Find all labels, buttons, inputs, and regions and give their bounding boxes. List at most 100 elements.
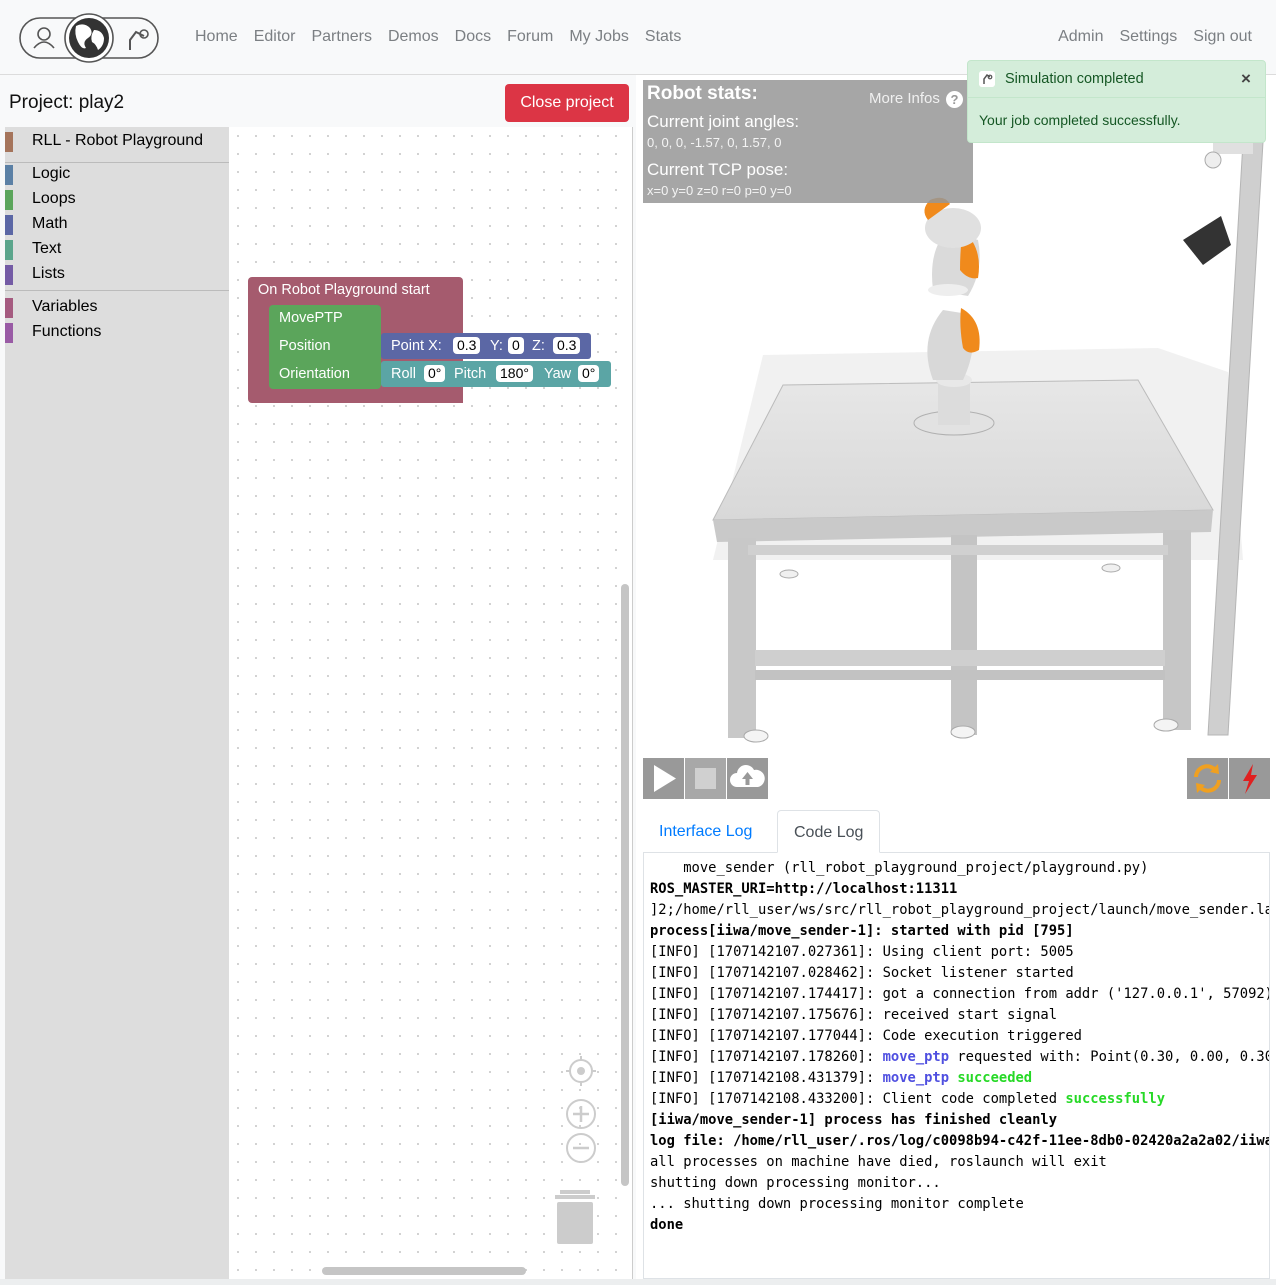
more-infos-link[interactable]: More Infos <box>869 90 940 107</box>
tab-code-log[interactable]: Code Log <box>777 810 881 853</box>
log-tabs: Interface Log Code Log <box>643 810 1270 853</box>
rpy-block[interactable]: Roll 0° Pitch 180° Yaw 0° <box>381 361 611 387</box>
toast-body: Your job completed successfully. <box>979 112 1181 128</box>
log-line: ROS_MASTER_URI=http://localhost:11311 <box>650 881 958 897</box>
upload-button[interactable] <box>727 758 768 799</box>
orientation-label: Orientation <box>279 366 350 382</box>
code-log-output[interactable]: move_sender (rll_robot_playground_projec… <box>643 853 1270 1279</box>
log-line: [iiwa/move_sender-1] process has finishe… <box>650 1112 1058 1128</box>
log-status-successfully: successfully <box>1065 1091 1166 1107</box>
zoom-in-icon[interactable] <box>565 1098 597 1130</box>
log-function-name: move_ptp <box>882 1070 950 1086</box>
toolbox-category-rll[interactable]: RLL - Robot Playground <box>5 130 229 154</box>
trash-icon[interactable] <box>554 1190 596 1246</box>
log-line: ... shutting down processing monitor com… <box>650 1196 1024 1212</box>
tcp-pose-values: x=0 y=0 z=0 r=0 p=0 y=0 <box>647 183 792 198</box>
log-line: [INFO] [1707142107.028462]: Socket liste… <box>650 965 1074 981</box>
nav-editor[interactable]: Editor <box>246 26 304 48</box>
nav-home[interactable]: Home <box>187 26 246 48</box>
log-line: [INFO] [1707142108.431379]: move_ptp suc… <box>650 1068 1269 1089</box>
toast-header: Simulation completed × <box>968 61 1265 98</box>
toast-close-button[interactable]: × <box>1241 69 1251 89</box>
stop-icon <box>695 768 716 789</box>
nav-sign-out[interactable]: Sign out <box>1185 26 1260 48</box>
moveptp-block[interactable]: MovePTP Position Orientation <box>269 305 381 389</box>
nav-admin[interactable]: Admin <box>1050 26 1111 48</box>
nav-forum[interactable]: Forum <box>499 26 561 48</box>
log-function-name: move_ptp <box>882 1049 950 1065</box>
reload-icon <box>1194 764 1221 793</box>
log-line: [INFO] [1707142107.177044]: Code executi… <box>650 1028 1082 1044</box>
log-line: move_sender (rll_robot_playground_projec… <box>650 860 1149 876</box>
category-label: Logic <box>32 165 71 182</box>
nav-partners[interactable]: Partners <box>303 26 379 48</box>
category-swatch <box>5 165 13 185</box>
nav-my-jobs[interactable]: My Jobs <box>561 26 637 48</box>
hat-block-bottom <box>269 391 463 403</box>
play-button[interactable] <box>643 758 684 799</box>
log-line: shutting down processing monitor... <box>650 1175 941 1191</box>
log-line: process[iiwa/move_sender-1]: started wit… <box>650 923 1074 939</box>
simulation-toast: Simulation completed × Your job complete… <box>967 60 1266 143</box>
category-label: Lists <box>32 265 65 282</box>
log-line: [INFO] [1707142107.174417]: got a connec… <box>650 986 1270 1002</box>
yaw-field[interactable]: 0° <box>578 365 600 382</box>
log-text: requested with: Point(0.30, 0.00, 0.30) <box>949 1049 1270 1065</box>
stats-title: Robot stats: <box>647 83 758 104</box>
toolbox-category-loops[interactable]: Loops <box>5 188 229 212</box>
category-swatch <box>5 215 13 235</box>
category-label: Loops <box>32 190 76 207</box>
main-nav: Home Editor Partners Demos Docs Forum My… <box>187 26 689 48</box>
log-line: done <box>650 1217 684 1233</box>
close-project-button[interactable]: Close project <box>505 84 629 122</box>
moveptp-label: MovePTP <box>279 310 343 326</box>
point-block[interactable]: Point X: 0.3 Y: 0 Z: 0.3 <box>381 333 591 359</box>
position-label: Position <box>279 338 331 354</box>
log-line: [INFO] [1707142107.027361]: Using client… <box>650 944 1074 960</box>
joint-angles-values: 0, 0, 0, -1.57, 0, 1.57, 0 <box>647 135 782 150</box>
nav-stats[interactable]: Stats <box>637 26 689 48</box>
start-block-label: On Robot Playground start <box>258 282 430 298</box>
target-icon[interactable] <box>565 1055 597 1087</box>
category-label: Math <box>32 215 68 232</box>
nav-settings[interactable]: Settings <box>1111 26 1185 48</box>
point-z-field[interactable]: 0.3 <box>553 337 581 354</box>
category-swatch <box>5 240 13 260</box>
workspace-vertical-scrollbar[interactable] <box>621 584 629 1186</box>
pitch-field[interactable]: 180° <box>496 365 533 382</box>
point-x-field[interactable]: 0.3 <box>453 337 481 354</box>
toolbox-category-variables[interactable]: Variables <box>5 296 229 320</box>
zoom-out-icon[interactable] <box>565 1132 597 1164</box>
roll-field[interactable]: 0° <box>424 365 446 382</box>
toolbox-category-functions[interactable]: Functions <box>5 321 229 345</box>
nav-demos[interactable]: Demos <box>380 26 447 48</box>
toolbox-category-lists[interactable]: Lists <box>5 263 229 287</box>
log-line: ]2;/home/rll_user/ws/src/rll_robot_playg… <box>650 902 1270 918</box>
user-nav: Admin Settings Sign out <box>1050 26 1260 48</box>
log-prefix: [INFO] [1707142108.431379]: <box>650 1070 883 1086</box>
toolbox-category-logic[interactable]: Logic <box>5 163 229 187</box>
workspace-horizontal-scrollbar[interactable] <box>322 1267 526 1275</box>
category-label: Functions <box>32 323 102 340</box>
tab-interface-log[interactable]: Interface Log <box>643 810 768 853</box>
point-z-label: Z: <box>532 338 545 354</box>
stop-button[interactable] <box>685 758 726 799</box>
joint-angles-heading: Current joint angles: <box>647 112 800 131</box>
help-icon[interactable]: ? <box>946 91 963 108</box>
point-x-label: Point X: <box>391 338 442 354</box>
toolbox-category-text[interactable]: Text <box>5 238 229 262</box>
log-line: [INFO] [1707142107.175676]: received sta… <box>650 1007 1058 1023</box>
point-y-label: Y: <box>490 338 503 354</box>
power-button[interactable] <box>1229 758 1270 799</box>
page-bottom-edge <box>0 1279 1276 1285</box>
toolbox-category-math[interactable]: Math <box>5 213 229 237</box>
robot-icon <box>979 71 995 87</box>
upload-cloud-icon <box>730 765 765 787</box>
power-icon <box>1243 764 1257 794</box>
log-line: all processes on machine have died, rosl… <box>650 1154 1107 1170</box>
category-swatch <box>5 132 13 152</box>
logo-icon[interactable] <box>18 12 160 64</box>
nav-docs[interactable]: Docs <box>447 26 499 48</box>
point-y-field[interactable]: 0 <box>508 337 524 354</box>
reload-button[interactable] <box>1187 758 1228 799</box>
